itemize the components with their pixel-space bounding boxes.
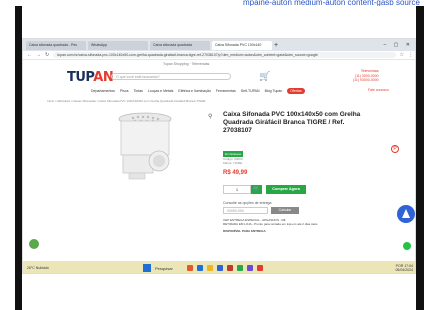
- shipping-label: Consulte as opções de entrega: [223, 201, 272, 205]
- availability-label: DISPONÍVEL PARA ENTREGA: [223, 229, 266, 233]
- taskbar-app-icon[interactable]: [207, 265, 213, 271]
- site-header: Tupan Shopping · Televendas TUPAN O que …: [23, 60, 415, 98]
- menu-item-eletrica[interactable]: Elétrica e Iluminação: [178, 89, 211, 93]
- logo-text: TUP: [67, 70, 94, 85]
- star-icon[interactable]: ☆: [400, 52, 404, 58]
- contact-info: Televendas (11) 3000-0000 (11) 93000-000…: [353, 69, 379, 83]
- pinterest-icon[interactable]: P: [391, 145, 399, 153]
- window-controls[interactable]: – ▢ ✕: [384, 42, 415, 48]
- taskbar-search[interactable]: Pesquisar: [155, 266, 183, 271]
- taskbar-app-icon[interactable]: [237, 265, 243, 271]
- menu-icon[interactable]: ⋮: [408, 52, 413, 58]
- breadcrumb[interactable]: Início / Hidráulica / Caixas Sifonadas /…: [47, 99, 206, 103]
- start-menu-icon[interactable]: [143, 264, 151, 272]
- zoom-icon[interactable]: ⚲: [208, 113, 212, 120]
- chat-icon[interactable]: [29, 239, 39, 249]
- header-top-info: Tupan Shopping · Televendas: [163, 62, 210, 66]
- menu-item-loucas[interactable]: Louças e Metais: [148, 89, 174, 93]
- top-caption-link[interactable]: mpaine-auton medium-auton content-gasb s…: [0, 0, 426, 6]
- site-search-input[interactable]: O que você está buscando?: [111, 73, 231, 80]
- menu-item-blog[interactable]: Blog Tupan: [265, 89, 283, 93]
- calculate-shipping-button[interactable]: Calcular: [271, 207, 299, 214]
- product-price: R$ 49,99: [223, 170, 248, 176]
- shipping-info: CEP ENTREGA ESPECIAL - APHASNOS - R$ RET…: [223, 218, 383, 226]
- cart-icon[interactable]: 🛒: [259, 71, 270, 82]
- browser-window: Caixa sifonada quadrada - Pes WhatsApp C…: [22, 38, 416, 274]
- system-tray[interactable]: POR 17:04 05/04/2024: [395, 264, 413, 272]
- menu-item-tintas[interactable]: Tintas: [134, 89, 143, 93]
- menu-item-pisos[interactable]: Pisos: [120, 89, 129, 93]
- menu-item-self[interactable]: Self-TUPAN: [241, 89, 260, 93]
- browser-tab-bar: Caixa sifonada quadrada - Pes WhatsApp C…: [23, 39, 415, 51]
- phone-cta[interactable]: Fale conosco: [368, 88, 389, 92]
- main-menu: Departamentos Pisos Tintas Louças e Meta…: [91, 88, 305, 94]
- product-meta: Código: 00000 Marca: TIGRE: [223, 157, 243, 165]
- whatsapp-icon[interactable]: [403, 242, 411, 250]
- forward-icon[interactable]: →: [36, 52, 41, 58]
- taskbar-app-icon[interactable]: [247, 265, 253, 271]
- accessibility-icon[interactable]: [397, 205, 415, 223]
- right-black-border: [416, 6, 424, 310]
- product-title: Caixa Sifonada PVC 100x140x50 com Grelha…: [223, 111, 361, 134]
- url-input[interactable]: tupan.com.br/caixa-sifonada-pvc-100x140x…: [53, 52, 396, 58]
- tray-date: 05/04/2024: [395, 268, 413, 272]
- tupan-logo[interactable]: TUPAN: [67, 70, 114, 85]
- taskbar-app-icon[interactable]: [187, 265, 193, 271]
- screenshot-frame: mpaine-auton medium-auton content-gasb s…: [0, 0, 426, 310]
- buy-now-button[interactable]: Comprar Agora: [266, 185, 306, 194]
- reload-icon[interactable]: ↻: [45, 52, 49, 58]
- taskbar-app-icon[interactable]: [197, 265, 203, 271]
- left-black-border: [15, 6, 22, 310]
- contact-line: (11) 93000-0000: [353, 78, 379, 82]
- back-icon[interactable]: ←: [27, 52, 32, 58]
- weather-widget[interactable]: 26°C Nublado: [27, 266, 57, 270]
- menu-item-ferramentas[interactable]: Ferramentas: [216, 89, 236, 93]
- address-bar-row: ← → ↻ tupan.com.br/caixa-sifonada-pvc-10…: [23, 51, 415, 60]
- browser-tab-active[interactable]: Caixa Sifonada PVC 100x140: [212, 40, 272, 50]
- taskbar-app-icon[interactable]: [257, 265, 263, 271]
- add-to-cart-button[interactable]: 🛒: [251, 185, 262, 194]
- shipping-info-line: RETIRADA EM LOJA - Pronto para retirada …: [223, 222, 318, 226]
- browser-tab[interactable]: Caixa sifonada quadrada - Pes: [26, 40, 86, 50]
- quantity-input[interactable]: 1: [223, 185, 251, 194]
- windows-taskbar: 26°C Nublado Pesquisar POR 17:04 05/04/2…: [23, 261, 415, 273]
- product-image[interactable]: [115, 111, 175, 181]
- browser-tab[interactable]: Caixa sifonada quadrada: [150, 40, 210, 50]
- product-meta-line: Marca: TIGRE: [223, 161, 243, 165]
- menu-item-ofertas[interactable]: Ofertas: [287, 88, 305, 94]
- cep-input[interactable]: 00000-000: [223, 207, 268, 214]
- menu-item-departamentos[interactable]: Departamentos: [91, 89, 115, 93]
- new-tab-button[interactable]: +: [274, 41, 282, 50]
- taskbar-app-icon[interactable]: [217, 265, 223, 271]
- taskbar-app-icon[interactable]: [227, 265, 233, 271]
- browser-tab[interactable]: WhatsApp: [88, 40, 148, 50]
